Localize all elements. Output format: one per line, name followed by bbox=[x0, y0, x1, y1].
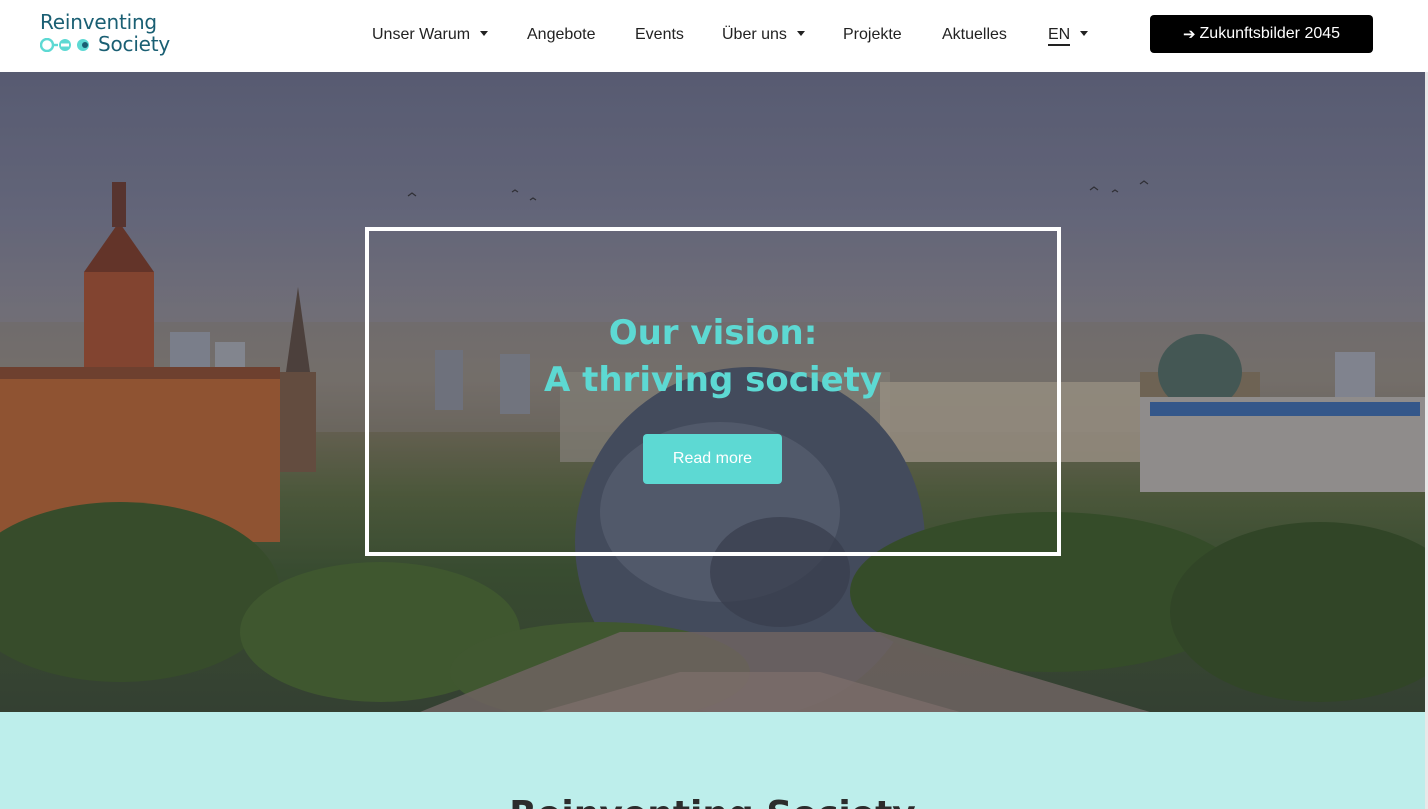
cta-label: Zukunftsbilder 2045 bbox=[1199, 25, 1341, 42]
arrow-right-icon: ➔ bbox=[1182, 25, 1196, 43]
hero-title-line1: Our vision: bbox=[608, 313, 818, 353]
hero-title: Our vision: A thriving society bbox=[365, 310, 1061, 404]
caret-down-icon bbox=[480, 31, 489, 37]
nav-item-label: Projekte bbox=[843, 26, 902, 43]
nav-item-ueber-uns[interactable]: Über uns bbox=[722, 24, 805, 46]
site-header: Reinventing Society Unser Warum Angebote… bbox=[0, 0, 1428, 72]
intro-section: Reinventing Society bbox=[0, 712, 1425, 809]
nav-item-angebote[interactable]: Angebote bbox=[527, 24, 596, 46]
language-label: EN bbox=[1048, 26, 1071, 46]
language-selector[interactable]: EN bbox=[1048, 24, 1089, 46]
nav-item-unser-warum[interactable]: Unser Warum bbox=[372, 24, 489, 46]
hero-title-line2: A thriving society bbox=[543, 360, 883, 400]
caret-down-icon bbox=[796, 31, 805, 37]
nav-item-projekte[interactable]: Projekte bbox=[843, 24, 902, 46]
nav-item-aktuelles[interactable]: Aktuelles bbox=[942, 24, 1007, 46]
nav-item-label: Unser Warum bbox=[372, 26, 471, 43]
nav-item-label: Über uns bbox=[722, 26, 787, 43]
nav-item-label: Aktuelles bbox=[942, 26, 1007, 43]
nav-item-label: Events bbox=[635, 26, 684, 43]
zukunftsbilder-button[interactable]: ➔ Zukunftsbilder 2045 bbox=[1150, 15, 1373, 53]
read-more-button[interactable]: Read more bbox=[643, 434, 782, 484]
nav-item-events[interactable]: Events bbox=[635, 24, 684, 46]
nav-item-label: Angebote bbox=[527, 26, 596, 43]
section-heading: Reinventing Society bbox=[0, 794, 1425, 809]
hero-banner: Our vision: A thriving society Read more bbox=[0, 72, 1425, 712]
caret-down-icon bbox=[1080, 31, 1089, 37]
